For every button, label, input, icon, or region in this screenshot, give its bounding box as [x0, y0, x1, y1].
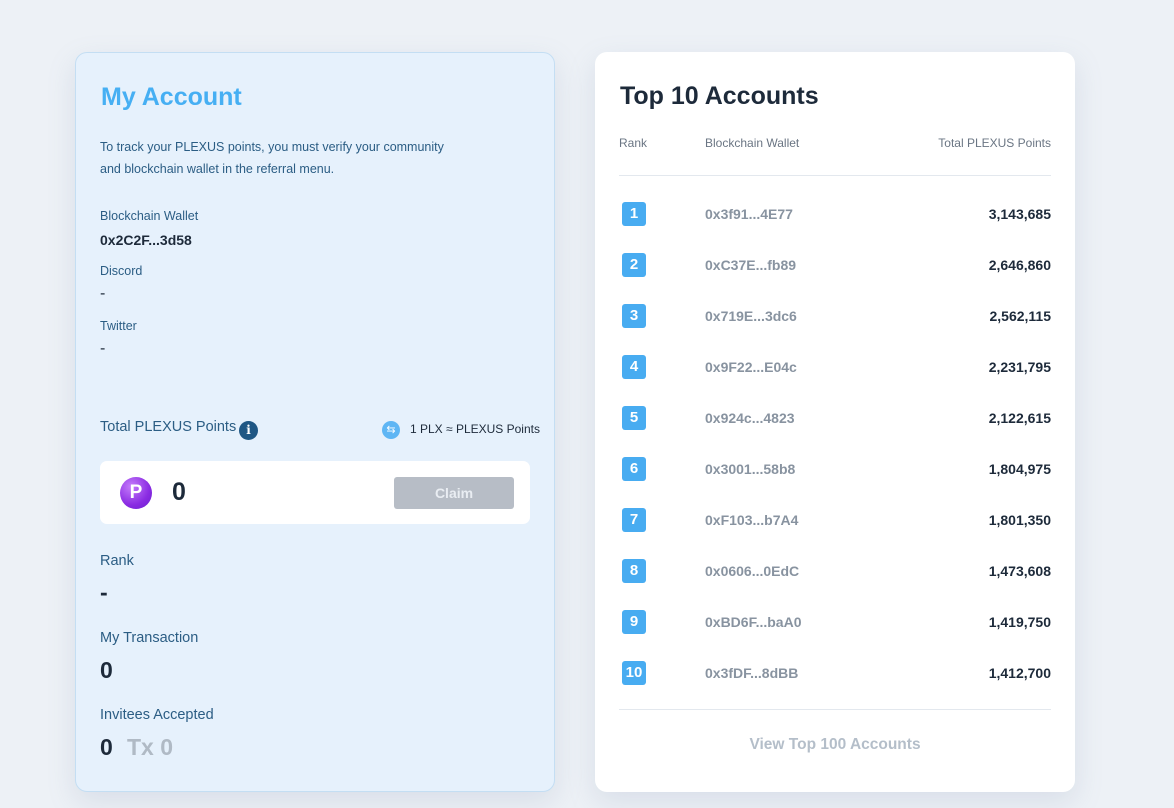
- rank-badge: 8: [622, 559, 646, 583]
- row-points: 1,419,750: [988, 614, 1051, 630]
- exchange-rate: 1 PLX ≈ PLEXUS Points: [410, 422, 540, 436]
- row-points: 2,122,615: [988, 410, 1051, 426]
- plexus-logo-icon: P: [120, 477, 152, 509]
- column-header-wallet: Blockchain Wallet: [705, 136, 800, 150]
- transaction-label: My Transaction: [100, 630, 199, 646]
- top-accounts-title: Top 10 Accounts: [620, 82, 819, 110]
- row-wallet: 0x3fDF...8dBB: [705, 665, 799, 681]
- row-points: 1,473,608: [988, 563, 1051, 579]
- top-accounts-card: Top 10 Accounts Rank Blockchain Wallet T…: [595, 52, 1075, 792]
- account-description: To track your PLEXUS points, you must ve…: [100, 140, 444, 176]
- table-row: 9 0xBD6F...baA0 1,419,750: [619, 597, 1051, 648]
- twitter-label: Twitter: [100, 319, 137, 333]
- rank-value: -: [100, 579, 108, 605]
- rank-badge: 10: [622, 661, 646, 685]
- info-icon[interactable]: i: [239, 421, 258, 440]
- row-wallet: 0x0606...0EdC: [705, 563, 800, 579]
- twitter-value: -: [100, 340, 106, 357]
- row-points: 3,143,685: [988, 206, 1051, 222]
- view-top-100-link[interactable]: View Top 100 Accounts: [595, 736, 1075, 754]
- rank-badge: 4: [622, 355, 646, 379]
- header-divider: [619, 175, 1051, 176]
- row-wallet: 0x924c...4823: [705, 410, 795, 426]
- row-points: 1,804,975: [988, 461, 1051, 477]
- row-points: 1,801,350: [988, 512, 1051, 528]
- rank-badge: 5: [622, 406, 646, 430]
- row-wallet: 0xF103...b7A4: [705, 512, 799, 528]
- table-row: 3 0x719E...3dc6 2,562,115: [619, 291, 1051, 342]
- row-wallet: 0x719E...3dc6: [705, 308, 797, 324]
- table-row: 5 0x924c...4823 2,122,615: [619, 393, 1051, 444]
- swap-icon: ⇆: [382, 421, 400, 439]
- wallet-value: 0x2C2F...3d58: [100, 232, 192, 248]
- table-row: 1 0x3f91...4E77 3,143,685: [619, 189, 1051, 240]
- points-value: 0: [172, 478, 186, 506]
- rank-label: Rank: [100, 553, 134, 569]
- row-wallet: 0x3001...58b8: [705, 461, 796, 477]
- my-account-card: My Account To track your PLEXUS points, …: [75, 52, 555, 792]
- table-row: 7 0xF103...b7A4 1,801,350: [619, 495, 1051, 546]
- invitees-label: Invitees Accepted: [100, 707, 214, 723]
- discord-label: Discord: [100, 264, 143, 278]
- table-row: 6 0x3001...58b8 1,804,975: [619, 444, 1051, 495]
- invitees-value: 0: [100, 734, 113, 760]
- claim-button[interactable]: Claim: [394, 477, 514, 509]
- row-points: 2,646,860: [988, 257, 1051, 273]
- rank-badge: 1: [622, 202, 646, 226]
- row-wallet: 0xC37E...fb89: [705, 257, 797, 273]
- rank-badge: 3: [622, 304, 646, 328]
- column-header-rank: Rank: [619, 136, 648, 150]
- row-points: 2,562,115: [989, 308, 1051, 324]
- wallet-label: Blockchain Wallet: [100, 209, 199, 223]
- table-row: 4 0x9F22...E04c 2,231,795: [619, 342, 1051, 393]
- rank-badge: 2: [622, 253, 646, 277]
- rank-badge: 6: [622, 457, 646, 481]
- row-points: 2,231,795: [988, 359, 1051, 375]
- rank-badge: 7: [622, 508, 646, 532]
- leaderboard-table: 1 0x3f91...4E77 3,143,685 2 0xC37E...fb8…: [619, 189, 1051, 699]
- footer-divider: [619, 709, 1051, 710]
- account-title: My Account: [101, 83, 242, 111]
- row-points: 1,412,700: [988, 665, 1051, 681]
- column-header-points: Total PLEXUS Points: [938, 136, 1051, 150]
- invitees-tx-value: Tx 0: [127, 734, 174, 760]
- total-points-label: Total PLEXUS Points: [100, 419, 237, 435]
- table-row: 10 0x3fDF...8dBB 1,412,700: [619, 648, 1051, 699]
- row-wallet: 0xBD6F...baA0: [705, 614, 802, 630]
- discord-value: -: [100, 285, 106, 302]
- transaction-value: 0: [100, 657, 113, 683]
- rank-badge: 9: [622, 610, 646, 634]
- row-wallet: 0x9F22...E04c: [705, 359, 797, 375]
- table-row: 8 0x0606...0EdC 1,473,608: [619, 546, 1051, 597]
- table-row: 2 0xC37E...fb89 2,646,860: [619, 240, 1051, 291]
- points-box: P 0 Claim: [100, 461, 530, 524]
- row-wallet: 0x3f91...4E77: [705, 206, 793, 222]
